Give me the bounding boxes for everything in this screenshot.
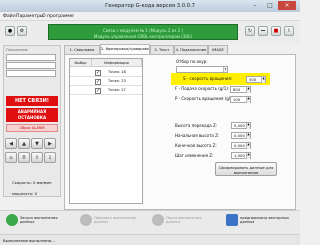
pause-icon — [152, 214, 164, 226]
status-line-2: Модуль управления GRBL контроллером (3Dl… — [93, 34, 193, 39]
preview-icon — [226, 214, 238, 226]
reset-alarm-button[interactable]: Сброс ALARM — [6, 124, 58, 132]
info-icon[interactable]: i — [284, 26, 294, 36]
end-height-label: Конечная высота Z: — [175, 143, 217, 148]
title-bar: Генератор G-кода версия 3.0.0.7 – □ × — [0, 0, 300, 12]
tab-text[interactable]: 3. Текст — [150, 45, 174, 54]
position-label: Положение — [6, 48, 28, 52]
generate-button[interactable]: Сформировать данные для выполнения — [215, 162, 277, 176]
feed-input[interactable]: 800 ▲ — [230, 86, 251, 93]
move-down-icon[interactable]: ▼ — [31, 138, 43, 149]
row-checkbox[interactable]: ✓ — [95, 87, 101, 94]
close-button[interactable]: × — [278, 1, 296, 10]
emergency-stop-button[interactable]: АВАРИЙНАЯ ОСТАНОВКА — [6, 108, 58, 122]
row-info: Точек: 27 — [108, 88, 126, 92]
z-step-label: Шаг изменения Z: — [175, 153, 214, 158]
spindle-speed-input[interactable]: 500 ▲ — [246, 76, 266, 83]
coord-x-field — [6, 54, 56, 61]
row-checkbox[interactable]: ✓ — [95, 78, 101, 85]
row-info: Точек: 23 — [108, 79, 126, 83]
stop-icon — [80, 214, 92, 226]
plug-icon[interactable]: ⎓ — [258, 26, 268, 36]
minimize-button[interactable]: – — [248, 1, 262, 10]
selection-label: Отбор по окур: — [176, 59, 208, 64]
z-step-input[interactable]: 1,000 ▲ — [231, 152, 251, 159]
travel-height-label: Высота перехода Z: — [175, 123, 218, 128]
move-right-icon[interactable]: ▶ — [44, 138, 56, 149]
coord-y-field — [6, 62, 56, 69]
menu-settings[interactable]: Параметры — [16, 14, 44, 19]
move-left-icon[interactable]: ◀ — [5, 138, 17, 149]
menu-about[interactable]: О программе — [42, 14, 74, 19]
tab-image[interactable]: IMAGE — [208, 45, 228, 54]
menu-file[interactable]: Файл — [3, 14, 16, 19]
stop-icon[interactable]: ■ — [271, 26, 281, 36]
speed-readout: Скорость: 0 мм/мин — [12, 180, 52, 185]
tab-drilling[interactable]: 1. Сверловка — [64, 45, 100, 54]
play-icon — [6, 214, 18, 226]
spindle-speed-label: S - скорость вращения: — [183, 76, 233, 81]
contours-table[interactable]: Выбор Информация ✓ Точек: 18 ✓ Точек: 23… — [69, 58, 143, 204]
home-icon[interactable]: ⌂ — [5, 152, 17, 163]
status-bar: Выполнение выполнено... — [0, 234, 300, 245]
plunge-input[interactable]: 100 ▲ — [230, 96, 251, 103]
start-execution-button[interactable]: Запуск выполнения данных — [6, 213, 66, 231]
menu-bar: Файл Параметры О программе — [0, 12, 300, 21]
zero-icon[interactable]: 0 — [18, 152, 30, 163]
vector-preview-button[interactable]: предпросмотр векторных данных — [226, 213, 296, 231]
power-readout: мощность: 0 — [12, 191, 38, 196]
move-up-icon[interactable]: ▲ — [18, 138, 30, 149]
tab-strip: 1. Сверловка 2. Фрезеровка/гравировка 3.… — [64, 44, 296, 54]
z-down-icon[interactable]: ⇩ — [44, 152, 56, 163]
row-info: Точек: 18 — [108, 70, 126, 74]
refresh-icon[interactable]: ↻ — [245, 26, 255, 36]
z-up-icon[interactable]: ⇧ — [31, 152, 43, 163]
feed-label: F - Подача скорость (g/1): — [175, 86, 230, 91]
connection-status-panel: Связи с модулем № 1 (Модуль 2 из 2 ) Мод… — [48, 24, 238, 40]
column-header-select: Выбор — [70, 59, 92, 67]
pause-execution-button[interactable]: Пауза выполнения данных — [152, 213, 212, 231]
table-row[interactable]: ✓ Точек: 27 — [70, 86, 142, 95]
selection-dropdown[interactable]: ▾ — [176, 66, 228, 73]
tab-milling[interactable]: 2. Фрезеровка/гравировка — [100, 44, 150, 54]
no-connection-badge: НЕТ СВЯЗИ! — [6, 96, 58, 106]
travel-height-input[interactable]: 5,000 ▲ — [231, 122, 251, 129]
column-header-info: Информация — [92, 59, 142, 67]
settings-icon[interactable]: ⚙ — [17, 26, 27, 36]
start-height-input[interactable]: 0,000 ▲ — [231, 132, 251, 139]
coord-z-field — [6, 70, 56, 77]
status-text: Выполнение выполнено... — [3, 238, 55, 243]
start-height-label: Начальная высота Z: — [175, 133, 220, 138]
tab-connection[interactable]: 4. Подключение — [174, 45, 208, 54]
table-row[interactable]: ✓ Точек: 23 — [70, 77, 142, 86]
abort-execution-button[interactable]: Прервать выполнение данных — [80, 213, 140, 231]
row-checkbox[interactable]: ✓ — [95, 69, 101, 76]
connect-icon[interactable]: ● — [5, 26, 15, 36]
plunge-label: P - Скорость вращения (g/1): — [175, 96, 236, 101]
status-line-1: Связи с модулем № 1 (Модуль 2 из 2 ) — [102, 28, 184, 33]
end-height-input[interactable]: 0,000 ▲ — [231, 142, 251, 149]
maximize-button[interactable]: □ — [263, 1, 277, 10]
table-row[interactable]: ✓ Точек: 18 — [70, 68, 142, 77]
